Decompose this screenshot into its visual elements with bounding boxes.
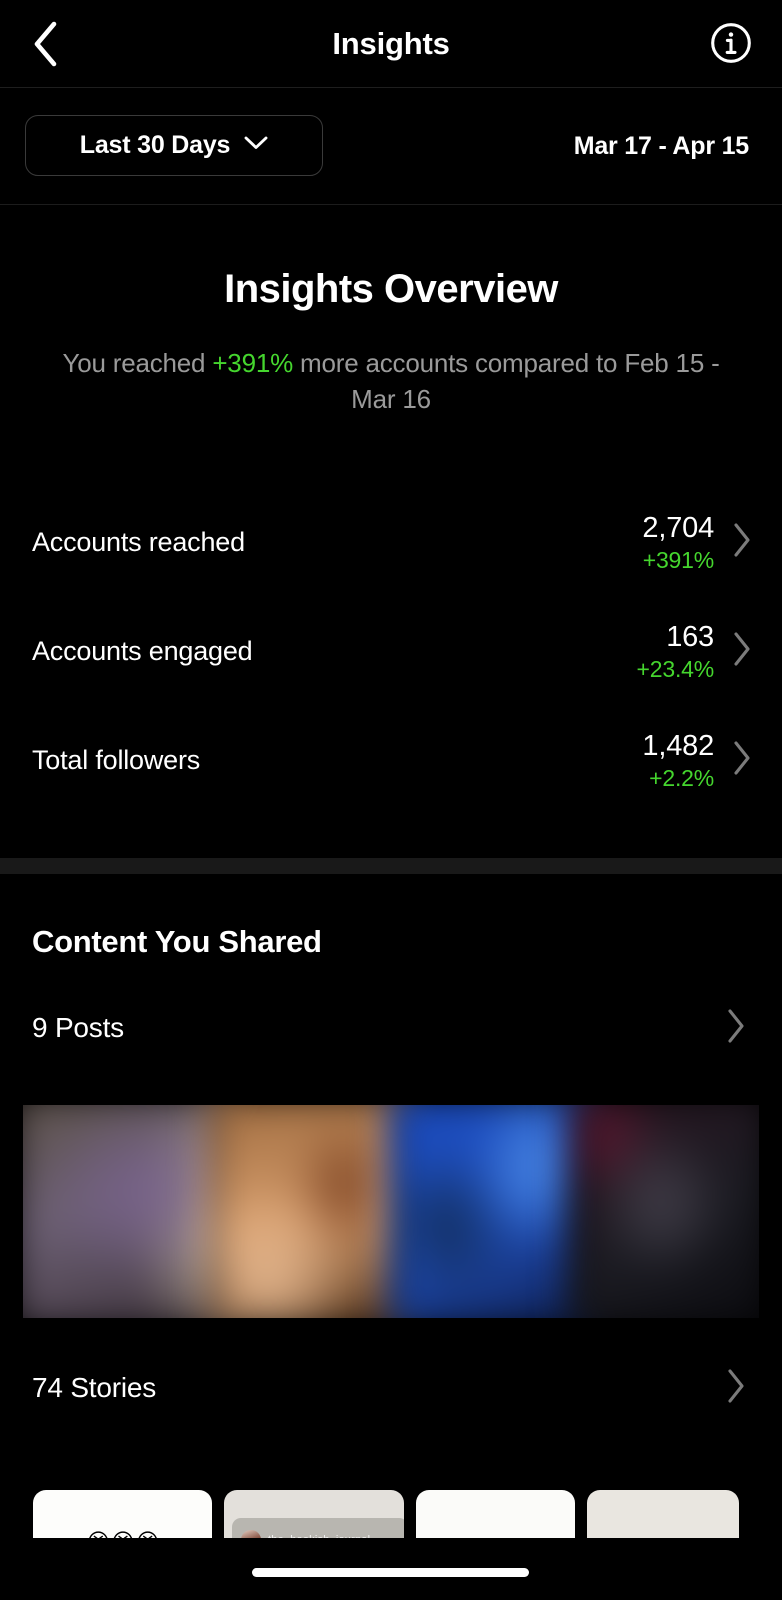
metric-value: 1,482	[642, 729, 714, 762]
date-range-selector-label: Last 30 Days	[79, 131, 231, 159]
avatar	[241, 1530, 261, 1538]
overview-summary-prefix: You reached	[62, 348, 213, 378]
post-thumbnail-4[interactable]	[570, 1105, 759, 1318]
metric-label: Accounts engaged	[32, 636, 253, 666]
chevron-right-icon	[726, 1368, 746, 1409]
info-circle-icon	[710, 22, 752, 69]
metric-row-total-followers[interactable]: Total followers 1,482 +2.2%	[0, 706, 782, 815]
metric-label: Accounts reached	[32, 527, 245, 557]
stories-count-label: 74 Stories	[32, 1372, 157, 1403]
post-thumbnail-2[interactable]	[210, 1105, 408, 1318]
app-header: Insights	[0, 0, 782, 88]
metric-row-accounts-reached[interactable]: Accounts reached 2,704 +391%	[0, 488, 782, 597]
chevron-right-icon	[726, 1008, 746, 1049]
metric-value: 2,704	[642, 511, 714, 544]
section-divider	[0, 858, 782, 874]
story-handle-label: the_bookish_journal	[268, 1534, 370, 1538]
post-thumbnail-1[interactable]	[23, 1105, 229, 1318]
page-title: Insights	[332, 26, 450, 61]
metric-delta: +391%	[642, 547, 714, 574]
metric-label: Total followers	[32, 745, 201, 775]
metric-values: 2,704 +391%	[642, 511, 714, 574]
stories-thumbnail-strip[interactable]: 😭😭😭 the_bookish_journal	[33, 1490, 782, 1538]
home-indicator	[252, 1568, 529, 1577]
story-mention-banner: the_bookish_journal	[232, 1518, 404, 1538]
story-thumbnail-1[interactable]: 😭😭😭	[33, 1490, 212, 1538]
posts-thumbnail-strip[interactable]	[23, 1105, 759, 1318]
insights-overview-section: Insights Overview You reached +391% more…	[0, 205, 782, 418]
date-range-selector[interactable]: Last 30 Days	[25, 115, 323, 176]
overview-summary-suffix: more accounts compared to Feb 15 - Mar 1…	[293, 348, 720, 414]
metrics-list: Accounts reached 2,704 +391% Accounts en…	[0, 488, 782, 815]
content-shared-heading: Content You Shared	[32, 924, 322, 959]
overview-summary-highlight: +391%	[212, 348, 294, 378]
post-thumbnail-3[interactable]	[390, 1105, 588, 1318]
stories-row[interactable]: 74 Stories	[0, 1348, 782, 1428]
story-thumbnail-2[interactable]: the_bookish_journal	[224, 1490, 404, 1538]
metric-row-accounts-engaged[interactable]: Accounts engaged 163 +23.4%	[0, 597, 782, 706]
metric-delta: +2.2%	[649, 765, 714, 792]
metric-value: 163	[666, 620, 714, 653]
story-emoji-overlay: 😭😭😭	[85, 1530, 160, 1538]
posts-count-label: 9 Posts	[32, 1012, 124, 1043]
date-range-text: Mar 17 - Apr 15	[573, 132, 750, 160]
date-filter-bar: Last 30 Days Mar 17 - Apr 15	[0, 88, 782, 205]
chevron-down-icon	[244, 136, 268, 155]
overview-summary: You reached +391% more accounts compared…	[61, 346, 721, 418]
story-thumbnail-4[interactable]	[587, 1490, 739, 1538]
content-you-shared-section: Content You Shared 9 Posts	[0, 874, 782, 1070]
chevron-right-icon	[732, 740, 752, 781]
story-thumbnail-3[interactable]	[416, 1490, 575, 1538]
overview-heading: Insights Overview	[224, 267, 558, 311]
metric-values: 1,482 +2.2%	[642, 729, 714, 792]
chevron-right-icon	[732, 522, 752, 563]
metric-delta: +23.4%	[636, 656, 715, 683]
posts-row[interactable]: 9 Posts	[0, 986, 782, 1070]
metric-values: 163 +23.4%	[636, 620, 715, 683]
info-button[interactable]	[710, 22, 752, 69]
chevron-right-icon	[732, 631, 752, 672]
insights-screen: Insights Last 30 Days Mar 17 - Apr 15 In…	[0, 0, 782, 1600]
